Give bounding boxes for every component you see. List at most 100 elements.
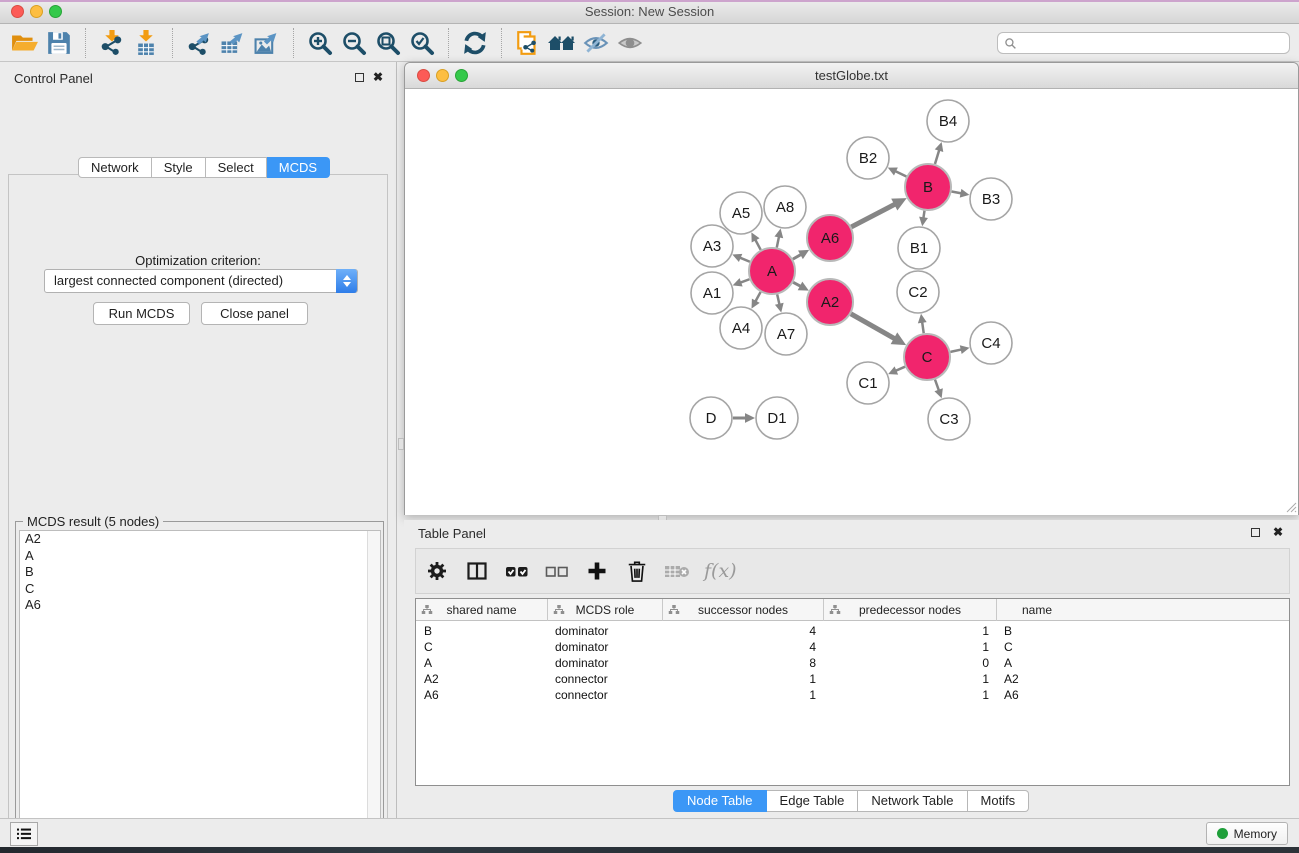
cell-shared-name[interactable]: C bbox=[416, 639, 547, 655]
edge-A-A8[interactable] bbox=[777, 236, 779, 247]
cell-shared-name[interactable]: B bbox=[416, 623, 547, 639]
cell-successor-nodes[interactable]: 1 bbox=[662, 671, 823, 687]
table-row[interactable]: Bdominator41B bbox=[416, 623, 1289, 639]
edge-A-A5[interactable] bbox=[755, 239, 761, 249]
column-header-shared-name[interactable]: shared name bbox=[416, 599, 547, 621]
open-session-icon[interactable] bbox=[8, 28, 42, 58]
cell-MCDS-role[interactable]: dominator bbox=[547, 639, 662, 655]
table-settings-icon[interactable] bbox=[424, 558, 450, 584]
memory-button[interactable]: Memory bbox=[1206, 822, 1288, 845]
zoom-out-icon[interactable] bbox=[337, 28, 371, 58]
cell-predecessor-nodes[interactable]: 1 bbox=[823, 671, 996, 687]
edge-A-A4[interactable] bbox=[755, 292, 760, 302]
export-table-icon[interactable] bbox=[216, 28, 250, 58]
delete-table-icon[interactable] bbox=[664, 558, 690, 584]
search-box[interactable] bbox=[997, 32, 1290, 54]
result-scrollbar[interactable] bbox=[367, 531, 380, 853]
close-panel-icon[interactable]: ✖ bbox=[373, 70, 383, 84]
cell-predecessor-nodes[interactable]: 1 bbox=[823, 623, 996, 639]
home-icon[interactable] bbox=[545, 28, 579, 58]
cell-predecessor-nodes[interactable]: 1 bbox=[823, 639, 996, 655]
edge-A-A6[interactable] bbox=[793, 254, 801, 259]
cell-predecessor-nodes[interactable]: 0 bbox=[823, 655, 996, 671]
edge-B-B1[interactable] bbox=[923, 211, 924, 219]
edge-C-C3[interactable] bbox=[935, 380, 939, 391]
export-network-icon[interactable] bbox=[182, 28, 216, 58]
column-header-predecessor-nodes[interactable]: predecessor nodes bbox=[823, 599, 996, 621]
tab-edge-table[interactable]: Edge Table bbox=[767, 790, 859, 812]
cell-MCDS-role[interactable]: connector bbox=[547, 671, 662, 687]
cell-name[interactable]: B bbox=[996, 623, 1077, 639]
table-row[interactable]: A6connector11A6 bbox=[416, 687, 1289, 703]
tab-style[interactable]: Style bbox=[152, 157, 206, 178]
edge-A-A1[interactable] bbox=[740, 279, 749, 282]
edge-A-A7[interactable] bbox=[777, 294, 779, 304]
select-all-icon[interactable] bbox=[504, 558, 530, 584]
run-mcds-button[interactable]: Run MCDS bbox=[93, 302, 190, 325]
zoom-in-icon[interactable] bbox=[303, 28, 337, 58]
show-all-icon[interactable] bbox=[613, 28, 647, 58]
mcds-result-item[interactable]: B bbox=[20, 564, 380, 581]
zoom-selected-icon[interactable] bbox=[405, 28, 439, 58]
tab-motifs[interactable]: Motifs bbox=[968, 790, 1030, 812]
tab-select[interactable]: Select bbox=[206, 157, 267, 178]
edge-A-A3[interactable] bbox=[740, 258, 750, 262]
mcds-result-item[interactable]: A2 bbox=[20, 531, 380, 548]
cell-successor-nodes[interactable]: 4 bbox=[662, 639, 823, 655]
function-builder-icon[interactable]: f(x) bbox=[704, 560, 737, 582]
tab-network[interactable]: Network bbox=[78, 157, 152, 178]
cell-shared-name[interactable]: A2 bbox=[416, 671, 547, 687]
float-table-panel-icon[interactable] bbox=[1251, 528, 1260, 537]
export-image-icon[interactable] bbox=[250, 28, 284, 58]
edge-B-B3[interactable] bbox=[952, 191, 962, 193]
close-table-panel-icon[interactable]: ✖ bbox=[1273, 525, 1283, 539]
tab-node-table[interactable]: Node Table bbox=[673, 790, 767, 812]
clone-network-icon[interactable] bbox=[511, 28, 545, 58]
cell-name[interactable]: C bbox=[996, 639, 1077, 655]
cell-name[interactable]: A bbox=[996, 655, 1077, 671]
mcds-result-item[interactable]: A bbox=[20, 548, 380, 565]
tab-mcds[interactable]: MCDS bbox=[267, 157, 330, 178]
column-header-MCDS-role[interactable]: MCDS role bbox=[547, 599, 662, 621]
edge-C-C1[interactable] bbox=[895, 367, 905, 371]
network-view[interactable]: B4B2BB3A5A8A6A3B1AC2A1A2A4A7C4CC1DD1C3 bbox=[405, 89, 1298, 515]
criterion-dropdown[interactable]: largest connected component (directed) bbox=[44, 269, 358, 293]
deselect-all-icon[interactable] bbox=[544, 558, 570, 584]
column-layout-icon[interactable] bbox=[464, 558, 490, 584]
splitter-handle[interactable] bbox=[398, 438, 404, 450]
table-row[interactable]: A2connector11A2 bbox=[416, 671, 1289, 687]
mcds-result-list[interactable]: A2ABCA6 bbox=[19, 530, 381, 853]
cell-MCDS-role[interactable]: dominator bbox=[547, 623, 662, 639]
edge-A-A2[interactable] bbox=[793, 282, 801, 286]
cell-MCDS-role[interactable]: connector bbox=[547, 687, 662, 703]
import-network-icon[interactable] bbox=[95, 28, 129, 58]
zoom-fit-icon[interactable] bbox=[371, 28, 405, 58]
save-session-icon[interactable] bbox=[42, 28, 76, 58]
tab-network-table[interactable]: Network Table bbox=[858, 790, 967, 812]
column-header-successor-nodes[interactable]: successor nodes bbox=[662, 599, 823, 621]
refresh-icon[interactable] bbox=[458, 28, 492, 58]
cell-predecessor-nodes[interactable]: 1 bbox=[823, 687, 996, 703]
mcds-result-item[interactable]: C bbox=[20, 581, 380, 598]
edge-A2-C[interactable] bbox=[851, 314, 895, 339]
cell-shared-name[interactable]: A bbox=[416, 655, 547, 671]
edge-A6-B[interactable] bbox=[851, 204, 895, 227]
task-list-button[interactable] bbox=[10, 822, 38, 846]
table-row[interactable]: Adominator80A bbox=[416, 655, 1289, 671]
network-window-titlebar[interactable]: testGlobe.txt bbox=[405, 63, 1298, 89]
close-panel-button[interactable]: Close panel bbox=[201, 302, 308, 325]
edge-B-B4[interactable] bbox=[935, 150, 939, 164]
edge-C-C2[interactable] bbox=[922, 322, 924, 334]
node-table[interactable]: shared nameMCDS rolesuccessor nodesprede… bbox=[415, 598, 1290, 786]
cell-name[interactable]: A6 bbox=[996, 687, 1077, 703]
edge-C-C4[interactable] bbox=[950, 349, 961, 351]
import-table-icon[interactable] bbox=[129, 28, 163, 58]
cell-successor-nodes[interactable]: 1 bbox=[662, 687, 823, 703]
edge-B-B2[interactable] bbox=[895, 171, 906, 177]
float-panel-icon[interactable] bbox=[355, 73, 364, 82]
mcds-result-item[interactable]: A6 bbox=[20, 597, 380, 614]
cell-MCDS-role[interactable]: dominator bbox=[547, 655, 662, 671]
add-row-icon[interactable] bbox=[584, 558, 610, 584]
search-input[interactable] bbox=[1022, 35, 1283, 51]
resize-grip-icon[interactable] bbox=[1284, 500, 1297, 513]
